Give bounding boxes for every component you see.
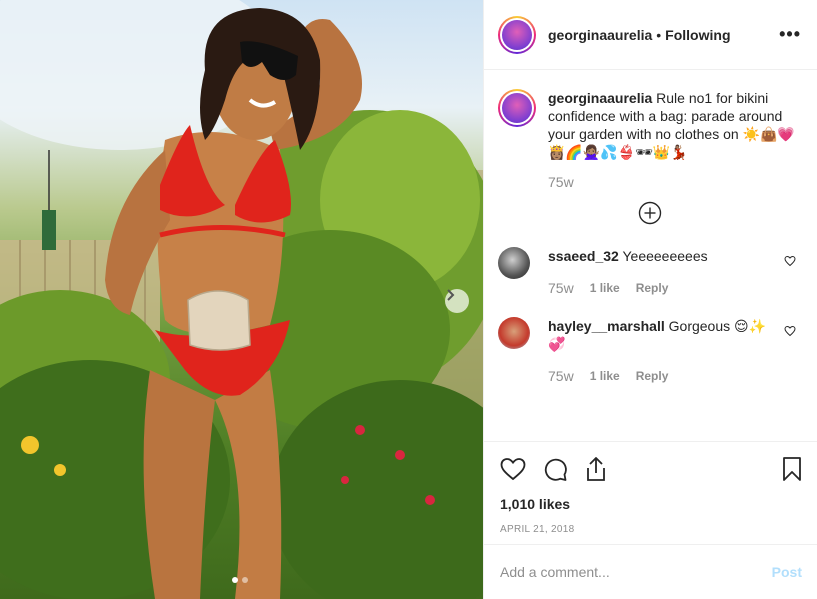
author-username[interactable]: georginaaurelia [548, 27, 652, 43]
comment-composer: Post [484, 544, 817, 599]
carousel-dot [242, 577, 248, 583]
comment-like-icon[interactable] [784, 255, 796, 267]
like-button[interactable] [500, 457, 526, 481]
author-avatar[interactable] [498, 15, 536, 54]
carousel-next-button[interactable] [445, 289, 469, 313]
post-actions: 1,010 likes APRIL 21, 2018 [484, 441, 817, 535]
commenter-username[interactable]: ssaeed_32 [548, 248, 619, 264]
more-options-icon[interactable]: ••• [779, 24, 801, 45]
chevron-right-icon [447, 289, 455, 301]
commenter-avatar[interactable] [498, 247, 530, 279]
photo-illustration [0, 0, 483, 599]
header-separator: • [656, 26, 662, 43]
caption-avatar[interactable] [498, 89, 536, 127]
carousel-dots [232, 577, 248, 583]
caption: georginaaurelia Rule no1 for bikini conf… [498, 89, 802, 191]
post-date: APRIL 21, 2018 [500, 524, 575, 535]
commenter-avatar[interactable] [498, 317, 530, 349]
post-header: georginaaurelia • Following ••• [484, 0, 817, 70]
comment-like-icon[interactable] [784, 325, 796, 337]
reply-button[interactable]: Reply [636, 279, 669, 297]
comments-list[interactable]: georginaaurelia Rule no1 for bikini conf… [484, 71, 817, 441]
share-icon [587, 457, 605, 481]
carousel-dot-active [232, 577, 238, 583]
comment-likes-link[interactable]: 1 like [590, 367, 620, 385]
save-button[interactable] [782, 456, 802, 482]
share-button[interactable] [584, 456, 608, 482]
comment-bubble-icon [544, 458, 567, 481]
post-sidebar: georginaaurelia • Following ••• georgina… [483, 0, 817, 599]
heart-icon [500, 458, 526, 481]
caption-age: 75w [548, 174, 574, 190]
bookmark-icon [783, 457, 801, 481]
load-more-comments-icon[interactable] [638, 201, 662, 225]
reply-button[interactable]: Reply [636, 367, 669, 385]
comment-item: ssaeed_32 Yeeeeeeeees 75w 1 like Reply [498, 247, 802, 297]
follow-button[interactable]: Following [665, 27, 730, 43]
comment-input[interactable] [500, 564, 772, 580]
caption-username[interactable]: georginaaurelia [548, 90, 652, 106]
likes-count[interactable]: 1,010 likes [500, 496, 802, 512]
comment-text: Yeeeeeeeees [622, 248, 708, 264]
comment-item: hayley__marshall Gorgeous 😌✨💞 75w 1 like… [498, 317, 802, 385]
comment-button[interactable] [542, 456, 568, 482]
post-comment-button[interactable]: Post [772, 564, 802, 580]
commenter-username[interactable]: hayley__marshall [548, 318, 665, 334]
comment-age: 75w [548, 368, 574, 384]
comment-likes-link[interactable]: 1 like [590, 279, 620, 297]
comment-age: 75w [548, 280, 574, 296]
post-photo[interactable] [0, 0, 483, 599]
